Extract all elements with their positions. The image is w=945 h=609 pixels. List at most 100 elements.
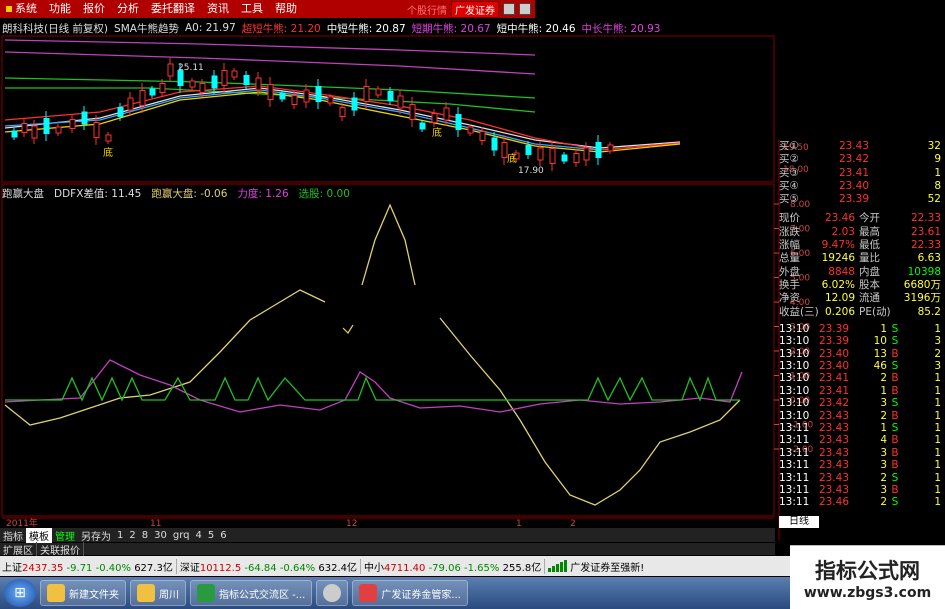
- bottom-tab-1[interactable]: 模板: [26, 527, 52, 543]
- tick-row: 13:10 23.43 2 B 1: [779, 410, 945, 422]
- tick-n: 1: [934, 483, 941, 496]
- tick-n: 1: [934, 446, 941, 459]
- bid-row[interactable]: 买① 23.43 32: [779, 140, 945, 153]
- bid-price: 23.41: [838, 166, 869, 179]
- windows-taskbar: ⊞ 新建文件夹 周川 指标公式交流区 -... 广发证券金管家...: [0, 577, 790, 609]
- tick-v: 1: [880, 384, 887, 397]
- stat-value: 22.33: [910, 212, 941, 225]
- tick-n: 1: [934, 434, 941, 447]
- tick-row: 13:10 23.40 13 B 2: [779, 348, 945, 360]
- candle-body: [199, 83, 206, 93]
- tick-v: 3: [880, 397, 887, 410]
- candle-body: [231, 70, 238, 78]
- taskbar-item-0[interactable]: 新建文件夹: [40, 580, 126, 606]
- bottom-tab-0[interactable]: 指标: [0, 528, 26, 543]
- tick-v: 2: [880, 372, 887, 385]
- bottom-tab-10[interactable]: 5: [205, 530, 217, 541]
- bottom-tab-3[interactable]: 另存为: [78, 528, 114, 543]
- tick-bs: S: [891, 471, 899, 484]
- browser-icon: [197, 584, 215, 602]
- candle-body: [455, 114, 462, 130]
- windows-start-icon[interactable]: ⊞: [4, 579, 36, 607]
- bottom-tab2-1[interactable]: 关联报价: [37, 541, 84, 557]
- tick-t: 13:11: [779, 434, 810, 447]
- tick-p: 23.39: [818, 322, 849, 335]
- candle-body: [279, 92, 286, 100]
- candle-body: [267, 84, 274, 100]
- taskbar-item-3[interactable]: 广发证券金管家...: [352, 580, 468, 606]
- bid-volume: 1: [934, 166, 941, 179]
- tick-row: 13:11 23.43 1 S 1: [779, 422, 945, 434]
- stat-key: 最高: [859, 225, 880, 238]
- candle-body: [419, 122, 426, 130]
- tick-bs: S: [891, 496, 899, 509]
- tick-t: 13:11: [779, 446, 810, 459]
- bid-label: 买③: [779, 166, 799, 179]
- tick-row: 13:11 23.43 3 B 1: [779, 447, 945, 459]
- stat-value: 85.2: [917, 305, 941, 318]
- bid-row[interactable]: 买⑤ 23.39 52: [779, 193, 945, 206]
- tick-bs: B: [891, 459, 899, 472]
- tick-p: 23.46: [818, 496, 849, 509]
- candle-body: [607, 144, 614, 152]
- power-value: 力度: 1.26: [237, 187, 289, 200]
- tick-t: 13:11: [779, 471, 810, 484]
- tick-row: 13:10 23.42 3 S 1: [779, 397, 945, 409]
- tick-p: 23.43: [818, 434, 849, 447]
- candle-body: [561, 154, 568, 162]
- media-icon[interactable]: [316, 580, 349, 606]
- stat-value: 6.02%: [821, 278, 855, 291]
- bottom-tab-bar-2: 扩展区 关联报价: [0, 541, 775, 557]
- sh-index[interactable]: 上证2437.35 -9.71 -0.40% 627.3亿: [2, 558, 177, 574]
- status-bar: 上证2437.35 -9.71 -0.40% 627.3亿 深证10112.5 …: [0, 556, 790, 576]
- bottom-tab-4[interactable]: 1: [114, 530, 126, 541]
- taskbar-item-2[interactable]: 指标公式交流区 -...: [190, 580, 313, 606]
- tick-t: 13:10: [779, 360, 810, 373]
- yellow-mark: [342, 324, 354, 334]
- bottom-tab2-0[interactable]: 扩展区: [0, 541, 37, 557]
- stat-row: 收益(三) 0.206 PE(动) 85.2: [779, 306, 945, 319]
- stat-value: 12.09: [824, 292, 855, 305]
- taskbar-label: 广发证券金管家...: [381, 589, 461, 601]
- stock-terminal-window: 系统 功能 报价 分析 委托翻译 资讯 工具 帮助 个股行情 广发证券 朗科科技(日线 前复权…: [0, 0, 945, 609]
- bottom-tab-11[interactable]: 6: [217, 530, 229, 541]
- lower-indicator-name: 跑赢大盘: [2, 187, 44, 200]
- stat-row: 总量 19246 量比 6.63: [779, 252, 945, 265]
- bid-volume: 9: [934, 153, 941, 166]
- candle-body: [339, 107, 346, 117]
- bid-row[interactable]: 买② 23.42 9: [779, 153, 945, 166]
- stat-row: 净资 12.09 流通 3196万: [779, 292, 945, 305]
- zx-index[interactable]: 中小4711.40 -79.06 -1.65% 255.8亿: [364, 558, 546, 574]
- ma-line-7: [4, 89, 601, 151]
- folder-icon: [137, 584, 155, 602]
- bottom-tab-8[interactable]: grq: [170, 530, 193, 541]
- bid-row[interactable]: 买④ 23.40 8: [779, 180, 945, 193]
- period-tab[interactable]: 日线: [779, 516, 819, 528]
- taskbar-item-1[interactable]: 周川: [130, 580, 186, 606]
- candle-body: [43, 118, 50, 134]
- bottom-tab-5[interactable]: 2: [126, 530, 138, 541]
- bid-row[interactable]: 买③ 23.41 1: [779, 167, 945, 180]
- candle-body: [149, 88, 156, 96]
- sz-index[interactable]: 深证10112.5 -64.84 -0.64% 632.4亿: [180, 558, 362, 574]
- bid-volume: 32: [927, 140, 941, 152]
- bid-volume: 8: [934, 179, 941, 192]
- tick-n: 1: [934, 421, 941, 434]
- stat-key: 股本: [859, 278, 880, 291]
- yellow-line-1: [361, 203, 416, 286]
- stat-key: 涨跌: [779, 225, 800, 238]
- tick-p: 23.43: [818, 446, 849, 459]
- stat-key: 涨幅: [779, 239, 800, 252]
- stat-key: 外盘: [779, 265, 800, 278]
- tick-n: 1: [934, 459, 941, 472]
- tick-bs: B: [891, 446, 899, 459]
- bottom-tab-9[interactable]: 4: [193, 530, 205, 541]
- bottom-tab-7[interactable]: 30: [151, 530, 170, 541]
- tick-p: 23.40: [818, 347, 849, 360]
- bottom-tab-6[interactable]: 8: [139, 530, 151, 541]
- stat-value: 8848: [828, 265, 855, 278]
- tick-list: 13:10 23.39 1 S 1 13:10 23.39 10 S 3 13:10 23.40 13 B…: [779, 323, 945, 509]
- candle-body: [573, 153, 580, 163]
- tick-v: 2: [880, 409, 887, 422]
- bottom-tab-2[interactable]: 管理: [52, 528, 78, 543]
